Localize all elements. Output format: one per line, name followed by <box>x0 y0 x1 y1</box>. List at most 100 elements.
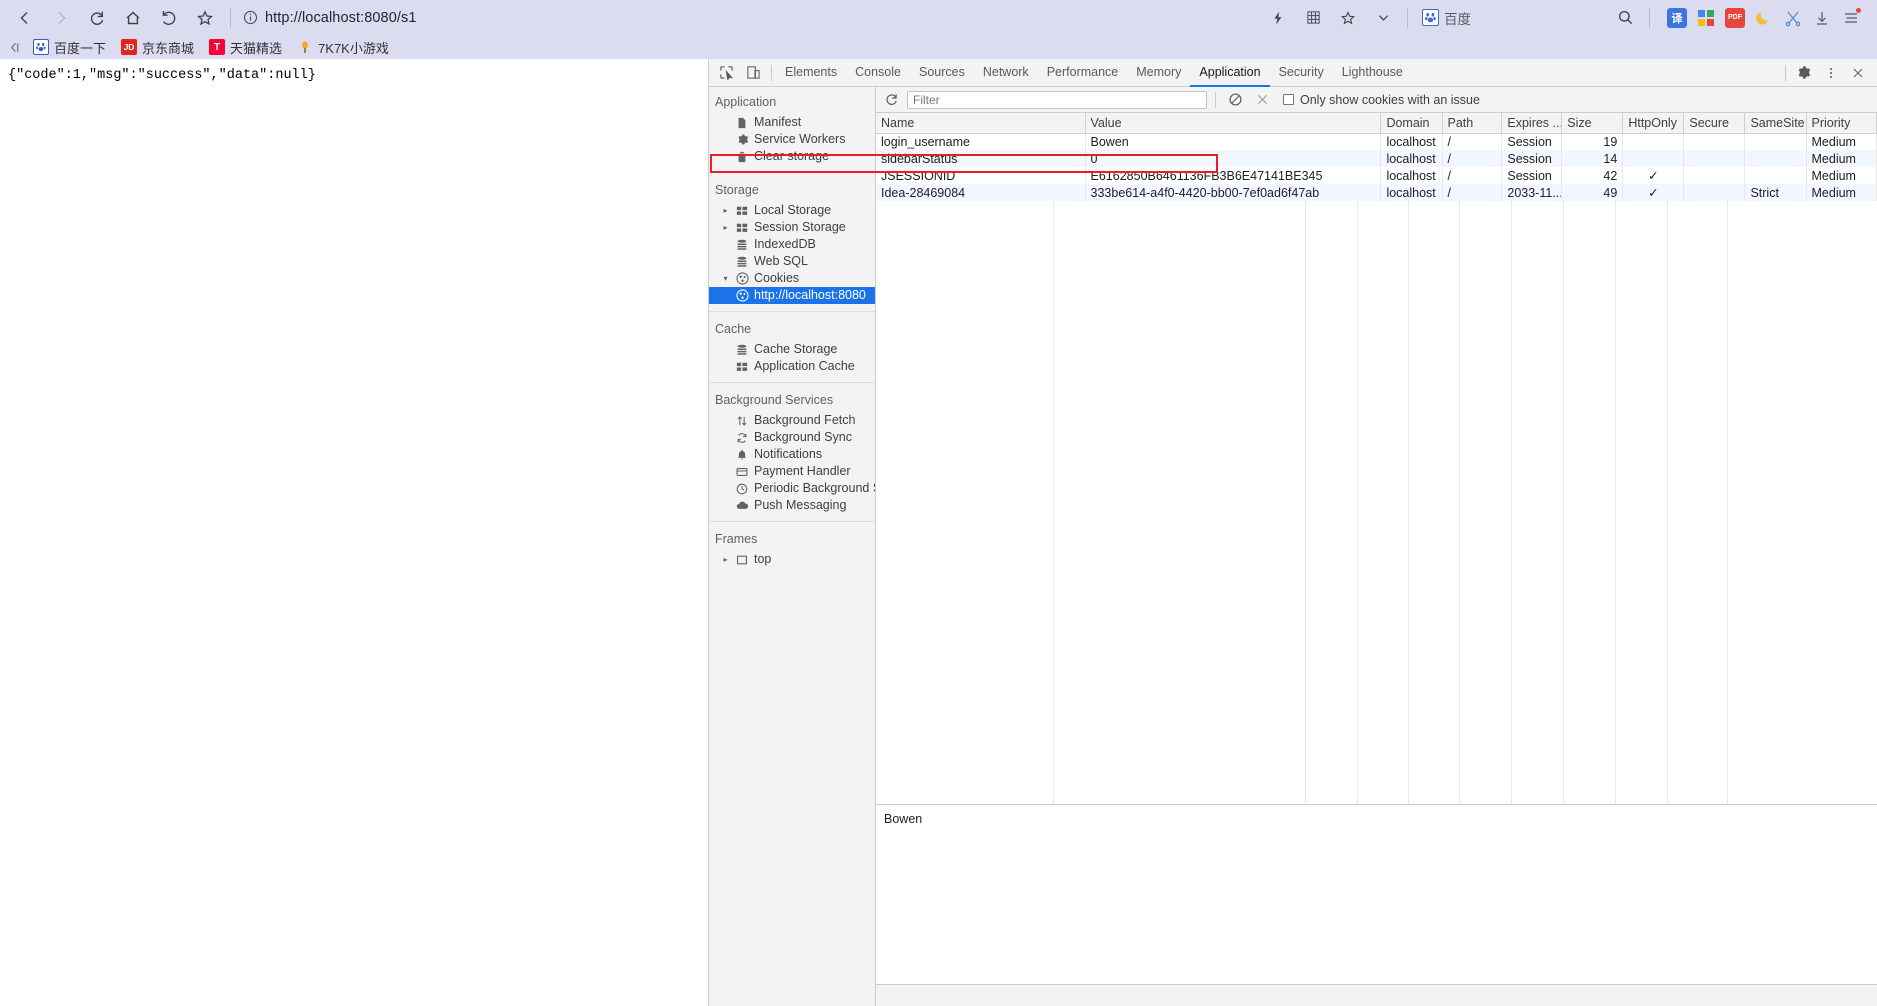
sidebar-item-service-workers[interactable]: Service Workers <box>709 131 875 148</box>
clear-all-cookies-icon[interactable] <box>1224 89 1246 111</box>
cell-path: / <box>1442 133 1503 150</box>
bookmark-item-2[interactable]: T 天猫精选 <box>203 36 291 58</box>
sidebar-item-push-messaging[interactable]: Push Messaging <box>709 497 875 514</box>
sidebar-item-local-storage[interactable]: ▸ Local Storage <box>709 202 875 219</box>
sidebar-item-notifications[interactable]: Notifications <box>709 446 875 463</box>
sidebar-item-manifest[interactable]: Manifest <box>709 114 875 131</box>
forward-icon[interactable] <box>44 3 78 33</box>
table-row[interactable]: Idea-28469084 333be614-a4f0-4420-bb00-7e… <box>876 184 1877 201</box>
only-show-issues-toggle[interactable]: Only show cookies with an issue <box>1283 93 1480 107</box>
address-bar[interactable]: http://localhost:8080/s1 <box>237 0 1261 35</box>
cell-domain: localhost <box>1380 184 1443 201</box>
tab-performance[interactable]: Performance <box>1038 60 1128 87</box>
sidebar-item-cookies[interactable]: ▾ Cookies <box>709 270 875 287</box>
pdf-extension-icon[interactable]: PDF <box>1725 7 1745 28</box>
sidebar-group-storage: Storage ▸ Local Storage ▸ Session Storag… <box>709 172 875 311</box>
toolbar-right: 百度 译 PDF <box>1261 3 1877 33</box>
chevron-right-icon[interactable]: ▸ <box>721 555 730 564</box>
tab-application[interactable]: Application <box>1190 60 1270 87</box>
sidebar-label: Clear storage <box>754 149 830 163</box>
chevron-right-icon[interactable]: ▸ <box>721 223 730 232</box>
browser-menu-icon[interactable] <box>1841 7 1861 28</box>
tab-memory[interactable]: Memory <box>1127 60 1190 87</box>
table-row[interactable]: login_username Bowen localhost / Session… <box>876 133 1877 150</box>
download-extension-icon[interactable] <box>1812 8 1832 28</box>
back-icon[interactable] <box>8 3 42 33</box>
bookmark-item-1[interactable]: JD 京东商城 <box>115 36 203 58</box>
bookmark-star-icon[interactable] <box>188 3 222 33</box>
col-header-httponly[interactable]: HttpOnly <box>1622 113 1685 134</box>
search-icon[interactable] <box>1608 3 1642 33</box>
col-header-expires[interactable]: Expires ... <box>1501 113 1563 134</box>
cell-priority: Medium <box>1806 150 1877 167</box>
document-icon <box>735 116 749 130</box>
sidebar-label: Web SQL <box>754 254 808 268</box>
col-header-size[interactable]: Size <box>1561 113 1624 134</box>
tab-elements[interactable]: Elements <box>776 60 846 87</box>
tab-security[interactable]: Security <box>1270 60 1333 87</box>
close-icon[interactable] <box>1844 60 1871 86</box>
tab-console[interactable]: Console <box>846 60 910 87</box>
sidebar-item-background-fetch[interactable]: Background Fetch <box>709 412 875 429</box>
sidebar-item-cookies-origin[interactable]: http://localhost:8080 <box>709 287 875 304</box>
bookmark-label-0: 百度一下 <box>54 40 107 56</box>
grid-icon[interactable] <box>1296 3 1330 33</box>
sidebar-item-clear-storage[interactable]: Clear storage <box>709 148 875 165</box>
cell-samesite <box>1744 133 1807 150</box>
toolbar-divider <box>1215 91 1216 108</box>
delete-cookie-icon[interactable] <box>1251 89 1273 111</box>
cell-size: 14 <box>1561 150 1624 167</box>
bookmarks-overflow-icon[interactable] <box>6 41 27 54</box>
sidebar-item-web-sql[interactable]: Web SQL <box>709 253 875 270</box>
site-info-icon[interactable] <box>243 10 258 25</box>
toggle-device-toolbar-icon[interactable] <box>740 60 767 86</box>
apps-extension-icon[interactable] <box>1696 8 1716 28</box>
col-header-secure[interactable]: Secure <box>1683 113 1746 134</box>
gear-icon[interactable] <box>1790 60 1817 86</box>
undo-icon[interactable] <box>152 3 186 33</box>
refresh-icon[interactable] <box>880 89 902 111</box>
reload-icon[interactable] <box>80 3 114 33</box>
sidebar-label: Local Storage <box>754 203 832 217</box>
tab-network[interactable]: Network <box>974 60 1038 87</box>
chevron-down-icon[interactable] <box>1366 3 1400 33</box>
tab-lighthouse[interactable]: Lighthouse <box>1333 60 1412 87</box>
col-header-name[interactable]: Name <box>876 113 1086 134</box>
col-header-domain[interactable]: Domain <box>1380 113 1443 134</box>
search-engine-chip[interactable]: 百度 <box>1419 6 1477 30</box>
sidebar-item-payment-handler[interactable]: Payment Handler <box>709 463 875 480</box>
issue-checkbox[interactable] <box>1283 94 1294 105</box>
star-outline-icon[interactable] <box>1331 3 1365 33</box>
home-icon[interactable] <box>116 3 150 33</box>
tab-sources[interactable]: Sources <box>910 60 974 87</box>
table-row[interactable]: sidebarStatus 0 localhost / Session 14 M… <box>876 150 1877 167</box>
col-header-samesite[interactable]: SameSite <box>1744 113 1807 134</box>
filter-input[interactable] <box>907 90 1207 109</box>
more-vertical-icon[interactable] <box>1817 60 1844 86</box>
toolbar-divider <box>230 7 231 28</box>
screenshot-extension-icon[interactable] <box>1783 8 1803 28</box>
sidebar-item-cache-storage[interactable]: Cache Storage <box>709 341 875 358</box>
translate-extension-icon[interactable]: 译 <box>1667 7 1687 28</box>
chevron-right-icon[interactable]: ▸ <box>721 206 730 215</box>
col-header-priority[interactable]: Priority <box>1806 113 1877 134</box>
bookmark-item-0[interactable]: 百度一下 <box>27 36 115 58</box>
chevron-down-icon[interactable]: ▾ <box>721 274 730 283</box>
cell-name: sidebarStatus <box>876 150 1086 167</box>
col-header-value[interactable]: Value <box>1085 113 1382 134</box>
sidebar-item-top-frame[interactable]: ▸ top <box>709 551 875 568</box>
sidebar-item-session-storage[interactable]: ▸ Session Storage <box>709 219 875 236</box>
sidebar-item-background-sync[interactable]: Background Sync <box>709 429 875 446</box>
sync-icon <box>735 431 749 445</box>
table-row[interactable]: JSESSIONID E6162850B6461136FB3B6E47141BE… <box>876 167 1877 184</box>
inspect-element-icon[interactable] <box>713 60 740 86</box>
lightning-icon[interactable] <box>1261 3 1295 33</box>
sidebar-item-periodic-background-sync[interactable]: Periodic Background Sync <box>709 480 875 497</box>
7k7k-icon <box>297 39 313 55</box>
night-mode-extension-icon[interactable] <box>1754 8 1774 28</box>
table-icon <box>735 221 749 235</box>
col-header-path[interactable]: Path <box>1442 113 1503 134</box>
sidebar-item-indexeddb[interactable]: IndexedDB <box>709 236 875 253</box>
bookmark-item-3[interactable]: 7K7K小游戏 <box>291 36 398 58</box>
sidebar-item-application-cache[interactable]: Application Cache <box>709 358 875 375</box>
